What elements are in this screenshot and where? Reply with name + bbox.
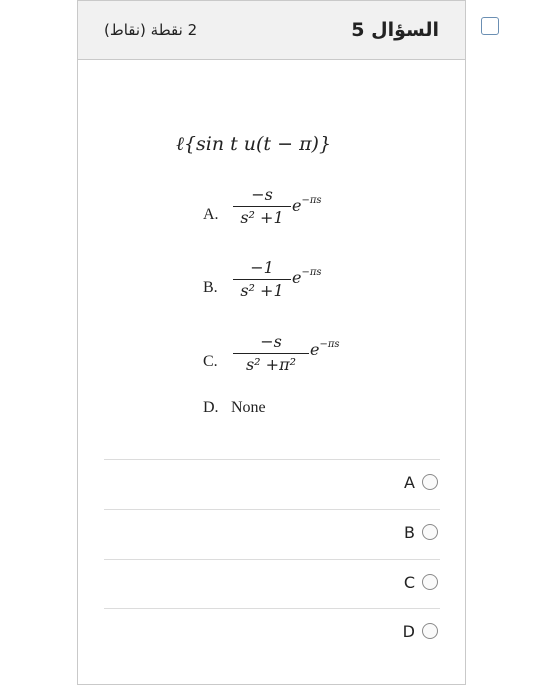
option-a-exp: e−πs: [292, 195, 322, 215]
answer-choice-letter: B: [404, 523, 415, 542]
question-points: 2 نقطة (نقاط): [104, 21, 198, 39]
radio-unchecked-icon[interactable]: [422, 574, 438, 590]
option-a-fraction: −s s² +1: [233, 185, 291, 228]
question-number: السؤال 5: [351, 19, 439, 41]
option-a-exponent: −πs: [301, 195, 322, 206]
option-a-label: A.: [203, 206, 219, 223]
answer-choice-d[interactable]: D: [104, 609, 440, 657]
option-b-exponent: −πs: [301, 267, 322, 278]
question-stem: ℓ{sin t u(t − π)}: [176, 133, 332, 155]
option-d-label: D.: [203, 399, 219, 416]
option-b-numerator: −1: [250, 258, 274, 277]
answer-choice-a[interactable]: A: [104, 460, 440, 508]
option-d-text: None: [231, 399, 266, 416]
answer-choice-c[interactable]: C: [104, 560, 440, 608]
option-b-exp: e−πs: [292, 267, 322, 287]
answer-choice-b[interactable]: B: [104, 510, 440, 558]
option-a-denominator: s² +1: [240, 208, 284, 228]
option-b-label: B.: [203, 279, 218, 296]
option-c-numerator: −s: [260, 332, 282, 351]
answer-choice-letter: C: [403, 573, 415, 592]
question-header: السؤال 5 2 نقطة (نقاط): [78, 1, 465, 60]
option-c-exp: e−πs: [310, 339, 340, 359]
option-c-label: C.: [203, 353, 218, 370]
option-a-numerator: −s: [251, 185, 273, 204]
option-c-fraction: −s s² +π²: [233, 332, 309, 375]
flag-question-checkbox-icon[interactable]: [481, 17, 499, 35]
option-b-fraction: −1 s² +1: [233, 258, 291, 301]
option-b-denominator: s² +1: [240, 281, 284, 301]
radio-unchecked-icon[interactable]: [422, 524, 438, 540]
radio-unchecked-icon[interactable]: [422, 474, 438, 490]
answer-choice-letter: A: [404, 473, 415, 492]
option-c-denominator: s² +π²: [245, 355, 297, 375]
option-c-exponent: −πs: [319, 339, 340, 350]
answer-choice-letter: D: [402, 622, 415, 641]
question-card: السؤال 5 2 نقطة (نقاط) ℓ{sin t u(t − π)}…: [77, 0, 466, 685]
radio-unchecked-icon[interactable]: [422, 623, 438, 639]
